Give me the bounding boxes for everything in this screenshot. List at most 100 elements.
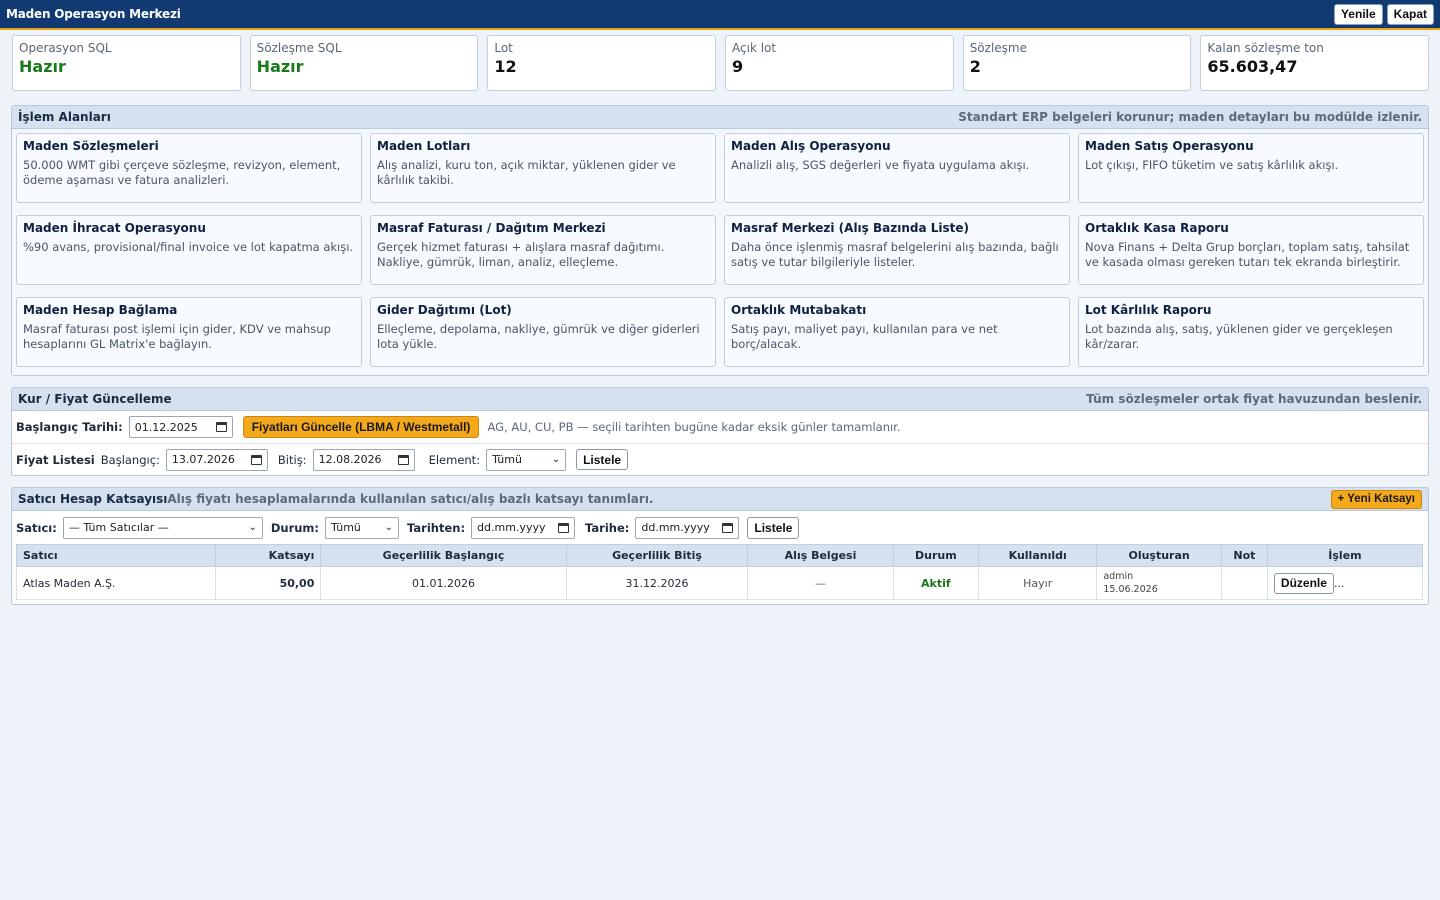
calendar-icon[interactable] xyxy=(250,454,262,465)
card-expense-invoice[interactable]: Masraf Faturası / Dağıtım Merkezi Gerçek … xyxy=(370,215,716,285)
stats-bar: Operasyon SQL Hazır Sözleşme SQL Hazır L… xyxy=(0,30,1440,91)
card-expense-allocation[interactable]: Gider Dağıtımı (Lot) Elleçleme, depolama,… xyxy=(370,297,716,367)
coefficient-list-button[interactable]: Listele xyxy=(747,516,800,539)
coefficient-filters: Satıcı: — Tüm Satıcılar — ⌄ Durum: Tümü … xyxy=(12,511,1428,544)
coefficient-heading: Satıcı Hesap KatsayısıAlış fiyatı hesapl… xyxy=(18,492,654,506)
stat-label: Açık lot xyxy=(732,41,777,55)
card-sales[interactable]: Maden Satış Operasyonu Lot çıkışı, FIFO t… xyxy=(1078,133,1424,203)
refresh-button[interactable]: Yenile xyxy=(1333,3,1383,25)
list-start-value: 13.07.2026 xyxy=(171,453,235,466)
list-end-value: 12.08.2026 xyxy=(318,453,382,466)
card-lots[interactable]: Maden Lotları Alış analizi, kuru ton, açı… xyxy=(370,133,716,203)
more-actions[interactable]: ... xyxy=(1334,577,1345,590)
card-title: Maden Lotları xyxy=(377,139,471,153)
stat-value: 9 xyxy=(732,57,744,76)
seller-label: Satıcı: xyxy=(16,520,57,535)
stat-value: 12 xyxy=(494,57,517,76)
workspace-header: İşlem Alanları Standart ERP belgeleri ko… xyxy=(12,106,1428,129)
card-purchase[interactable]: Maden Alış Operasyonu Analizli alış, SGS … xyxy=(724,133,1070,203)
list-start-input[interactable]: 13.07.2026 xyxy=(165,448,268,471)
card-desc: Masraf faturası post işlemi için gider, … xyxy=(23,322,331,351)
list-end-label: Bitiş: xyxy=(277,452,307,467)
card-title: Maden Hesap Bağlama xyxy=(23,303,178,317)
card-title: Ortaklık Mutabakatı xyxy=(731,303,867,317)
card-title: Maden Alış Operasyonu xyxy=(731,139,891,153)
chevron-down-icon: ⌄ xyxy=(248,522,257,533)
card-title: Lot Kârlılık Raporu xyxy=(1085,303,1212,317)
card-desc: 50.000 WMT gibi çerçeve sözleşme, revizy… xyxy=(23,158,341,187)
coefficient-title: Satıcı Hesap Katsayısı xyxy=(18,492,168,506)
cell-status: Aktif xyxy=(892,566,980,600)
seller-value: — Tüm Satıcılar — xyxy=(68,521,169,534)
calendar-icon[interactable] xyxy=(558,522,570,533)
card-export[interactable]: Maden İhracat Operasyonu %90 avans, provi… xyxy=(16,215,362,285)
pricing-panel: Kur / Fiyat Güncelleme Tüm sözleşmeler o… xyxy=(11,387,1429,476)
card-desc: Gerçek hizmet faturası + alışlara masraf… xyxy=(377,240,665,269)
stat-label: Kalan sözleşme ton xyxy=(1207,41,1324,55)
card-lot-profitability[interactable]: Lot Kârlılık Raporu Lot bazında alış, sat… xyxy=(1078,297,1424,367)
card-expense-center[interactable]: Masraf Merkezi (Alış Bazında Liste) Daha … xyxy=(724,215,1070,285)
card-account-mapping[interactable]: Maden Hesap Bağlama Masraf faturası post … xyxy=(16,297,362,367)
seller-select[interactable]: — Tüm Satıcılar — ⌄ xyxy=(62,516,263,539)
stat-open-lot: Açık lot 9 xyxy=(725,35,954,91)
status-value: Tümü xyxy=(331,521,361,534)
card-desc: Daha önce işlenmiş masraf belgelerini al… xyxy=(731,240,1059,269)
workspace-title: İşlem Alanları xyxy=(18,110,111,124)
price-list-row: Fiyat Listesi Başlangıç: 13.07.2026 Biti… xyxy=(12,443,1428,475)
close-button[interactable]: Kapat xyxy=(1386,3,1434,25)
card-title: Masraf Merkezi (Alış Bazında Liste) xyxy=(731,221,969,235)
calendar-icon[interactable] xyxy=(397,454,409,465)
stat-value: Hazır xyxy=(19,57,66,76)
from-date-input[interactable]: dd.mm.yyyy xyxy=(471,516,576,539)
from-date-label: Tarihten: xyxy=(407,520,466,535)
to-date-placeholder: dd.mm.yyyy xyxy=(641,521,710,534)
update-hint: AG, AU, CU, PB — seçili tarihten bugüne … xyxy=(487,420,901,434)
card-title: Maden Sözleşmeleri xyxy=(23,139,159,153)
start-date-input[interactable]: 01.12.2025 xyxy=(128,416,233,438)
card-title: Ortaklık Kasa Raporu xyxy=(1085,221,1229,235)
stat-label: Sözleşme SQL xyxy=(256,41,342,55)
col-purchase-doc[interactable]: Alış Belgesi xyxy=(747,544,894,567)
status-select[interactable]: Tümü ⌄ xyxy=(325,516,400,539)
stat-operation-sql: Operasyon SQL Hazır xyxy=(12,35,241,91)
created-by: admin xyxy=(1103,571,1134,582)
cell-used: Hayır xyxy=(978,566,1098,600)
list-start-label: Başlangıç: xyxy=(100,452,160,467)
calendar-icon[interactable] xyxy=(722,522,734,533)
card-contracts[interactable]: Maden Sözleşmeleri 50.000 WMT gibi çerçev… xyxy=(16,133,362,203)
price-list-button[interactable]: Listele xyxy=(576,449,629,470)
col-coefficient[interactable]: Katsayı xyxy=(214,544,322,567)
to-date-input[interactable]: dd.mm.yyyy xyxy=(635,516,740,539)
card-partnership-reconciliation[interactable]: Ortaklık Mutabakatı Satış payı, maliyet p… xyxy=(724,297,1070,367)
col-created-by[interactable]: Oluşturan xyxy=(1096,544,1222,567)
col-used[interactable]: Kullanıldı xyxy=(978,544,1098,567)
element-value: Tümü xyxy=(492,453,522,466)
cell-actions: Düzenle ... xyxy=(1266,566,1424,600)
col-valid-from[interactable]: Geçerlilik Başlangıç xyxy=(320,544,567,567)
from-date-placeholder: dd.mm.yyyy xyxy=(477,521,546,534)
col-seller[interactable]: Satıcı xyxy=(16,544,216,567)
pricing-title: Kur / Fiyat Güncelleme xyxy=(18,392,172,406)
edit-button[interactable]: Düzenle xyxy=(1273,572,1334,594)
update-prices-button[interactable]: Fiyatları Güncelle (LBMA / Westmetall) xyxy=(242,416,480,438)
col-valid-to[interactable]: Geçerlilik Bitiş xyxy=(565,544,749,567)
workspace-note: Standart ERP belgeleri korunur; maden de… xyxy=(958,110,1422,124)
card-partnership-cash[interactable]: Ortaklık Kasa Raporu Nova Finans + Delta … xyxy=(1078,215,1424,285)
cell-seller: Atlas Maden A.Ş. xyxy=(16,566,216,600)
stat-label: Sözleşme xyxy=(969,41,1027,55)
col-status[interactable]: Durum xyxy=(892,544,980,567)
table-row[interactable]: Atlas Maden A.Ş. 50,00 01.01.2026 31.12.… xyxy=(16,566,1424,600)
chevron-down-icon: ⌄ xyxy=(384,522,394,533)
cell-note xyxy=(1220,566,1268,600)
chevron-down-icon: ⌄ xyxy=(551,454,561,465)
workspace-grid: Maden Sözleşmeleri 50.000 WMT gibi çerçev… xyxy=(12,129,1428,375)
title-bar: Maden Operasyon Merkezi Yenile Kapat xyxy=(0,0,1440,30)
stat-value: Hazır xyxy=(256,57,304,76)
list-end-input[interactable]: 12.08.2026 xyxy=(312,448,415,471)
element-select[interactable]: Tümü ⌄ xyxy=(486,448,567,471)
calendar-icon[interactable] xyxy=(215,422,227,432)
new-coefficient-button[interactable]: + Yeni Katsayı xyxy=(1330,489,1422,509)
card-desc: Satış payı, maliyet payı, kullanılan par… xyxy=(731,322,998,351)
card-desc: Alış analizi, kuru ton, açık miktar, yük… xyxy=(377,158,676,187)
col-note[interactable]: Not xyxy=(1220,544,1268,567)
